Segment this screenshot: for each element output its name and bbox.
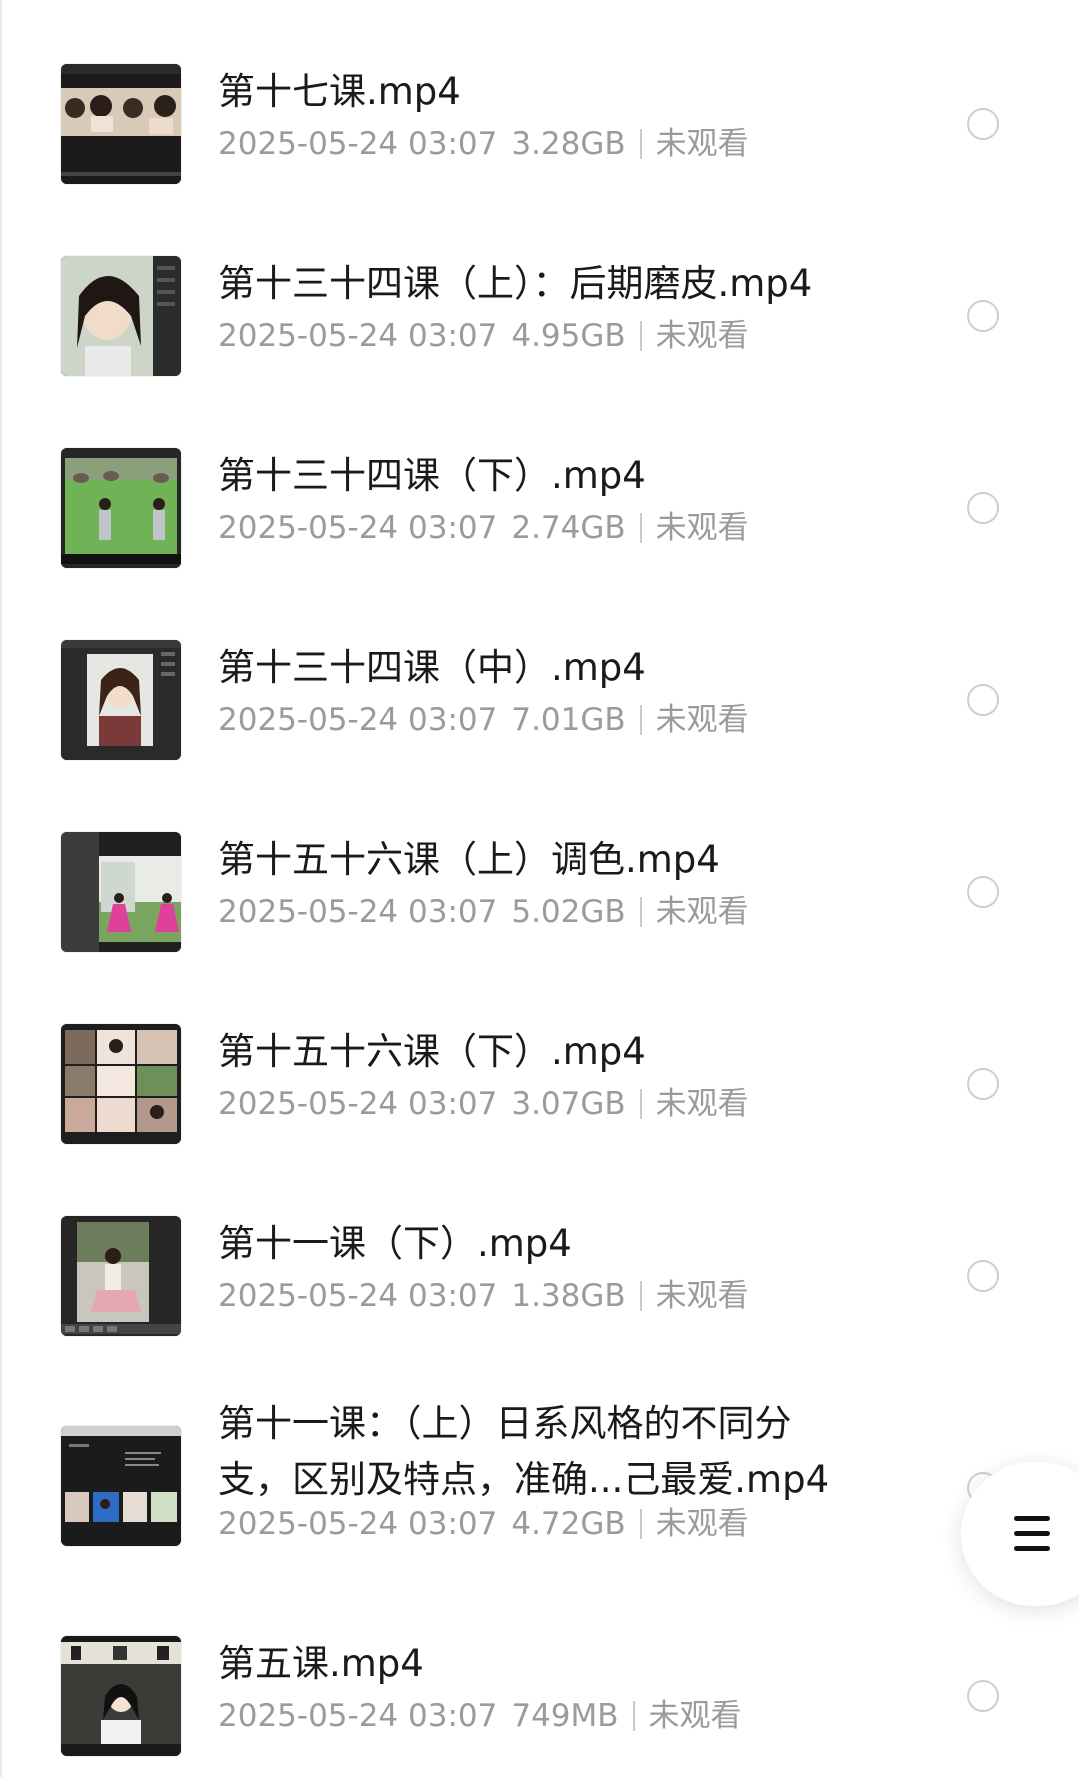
file-size: 4.72GB	[511, 1506, 626, 1542]
file-info: 第十七课.mp4 2025-05-24 03:07 3.28GB 未观看	[218, 64, 919, 166]
file-title: 第十三十四课（下）.mp4	[218, 454, 646, 497]
file-meta: 2025-05-24 03:07 7.01GB 未观看	[218, 698, 919, 742]
meta-divider	[639, 897, 642, 927]
watch-status: 未观看	[655, 318, 749, 354]
file-title: 第十五十六课（下）.mp4	[218, 1030, 646, 1073]
radio-circle-icon[interactable]	[967, 1680, 999, 1712]
file-title: 第十七课.mp4	[218, 70, 461, 113]
file-size: 749MB	[511, 1698, 619, 1734]
list-item[interactable]: 第十七课.mp4 2025-05-24 03:07 3.28GB 未观看	[0, 28, 1079, 220]
file-title: 第十一课：（上）日系风格的不同分 支，区别及特点，准确...己最爱.mp4	[218, 1396, 919, 1508]
radio-circle-icon[interactable]	[967, 684, 999, 716]
meta-divider	[639, 1089, 642, 1119]
file-info: 第十一课（下）.mp4 2025-05-24 03:07 1.38GB 未观看	[218, 1216, 919, 1318]
list-item[interactable]: 第十三十四课（上）：后期磨皮.mp4 2025-05-24 03:07 4.95G…	[0, 220, 1079, 412]
radio-circle-icon[interactable]	[967, 492, 999, 524]
radio-circle-icon[interactable]	[967, 1068, 999, 1100]
file-title: 第十五十六课（上）调色.mp4	[218, 838, 720, 881]
file-size: 7.01GB	[511, 702, 626, 738]
file-size: 1.38GB	[511, 1278, 626, 1314]
file-size: 3.28GB	[511, 126, 626, 162]
meta-divider	[639, 129, 642, 159]
file-meta: 2025-05-24 03:07 749MB 未观看	[218, 1694, 919, 1738]
file-meta: 2025-05-24 03:07 3.28GB 未观看	[218, 122, 919, 166]
file-date: 2025-05-24 03:07	[218, 126, 498, 162]
file-title: 第五课.mp4	[218, 1642, 424, 1685]
meta-divider	[639, 513, 642, 543]
watch-status: 未观看	[655, 894, 749, 930]
meta-divider	[639, 1509, 642, 1539]
list-item[interactable]: 第十五十六课（下）.mp4 2025-05-24 03:07 3.07GB 未观看	[0, 988, 1079, 1180]
video-thumbnail	[61, 1636, 181, 1756]
file-date: 2025-05-24 03:07	[218, 1086, 498, 1122]
file-info: 第十三十四课（下）.mp4 2025-05-24 03:07 2.74GB 未观看	[218, 448, 919, 550]
video-thumbnail	[61, 256, 181, 376]
file-info: 第十五十六课（下）.mp4 2025-05-24 03:07 3.07GB 未观看	[218, 1024, 919, 1126]
file-date: 2025-05-24 03:07	[218, 510, 498, 546]
list-item[interactable]: 第十三十四课（中）.mp4 2025-05-24 03:07 7.01GB 未观看	[0, 604, 1079, 796]
meta-divider	[632, 1701, 635, 1731]
video-thumbnail	[61, 832, 181, 952]
radio-circle-icon[interactable]	[967, 1260, 999, 1292]
file-date: 2025-05-24 03:07	[218, 318, 498, 354]
file-title-line-1: 第十一课：（上）日系风格的不同分	[218, 1402, 792, 1445]
file-size: 5.02GB	[511, 894, 626, 930]
list-item[interactable]: 第十五十六课（上）调色.mp4 2025-05-24 03:07 5.02GB 未观…	[0, 796, 1079, 988]
file-info: 第十三十四课（上）：后期磨皮.mp4 2025-05-24 03:07 4.95G…	[218, 256, 919, 358]
video-thumbnail	[61, 1024, 181, 1144]
file-meta: 2025-05-24 03:07 2.74GB 未观看	[218, 506, 919, 550]
video-thumbnail	[61, 448, 181, 568]
file-size: 2.74GB	[511, 510, 626, 546]
radio-circle-icon[interactable]	[967, 108, 999, 140]
list-item[interactable]: 第十一课（下）.mp4 2025-05-24 03:07 1.38GB 未观看	[0, 1180, 1079, 1372]
radio-circle-icon[interactable]	[967, 876, 999, 908]
file-meta: 2025-05-24 03:07 4.72GB 未观看	[218, 1502, 919, 1546]
file-date: 2025-05-24 03:07	[218, 702, 498, 738]
file-info: 第五课.mp4 2025-05-24 03:07 749MB 未观看	[218, 1636, 919, 1738]
watch-status: 未观看	[655, 126, 749, 162]
list-item[interactable]: 第五课.mp4 2025-05-24 03:07 749MB 未观看	[0, 1608, 1079, 1777]
file-title: 第十一课（下）.mp4	[218, 1222, 572, 1265]
file-info: 第十一课：（上）日系风格的不同分 支，区别及特点，准确...己最爱.mp4 202…	[218, 1396, 919, 1546]
file-date: 2025-05-24 03:07	[218, 1698, 498, 1734]
watch-status: 未观看	[655, 1086, 749, 1122]
video-thumbnail	[61, 640, 181, 760]
file-date: 2025-05-24 03:07	[218, 894, 498, 930]
watch-status: 未观看	[655, 702, 749, 738]
file-info: 第十五十六课（上）调色.mp4 2025-05-24 03:07 5.02GB 未观…	[218, 832, 919, 934]
watch-status: 未观看	[648, 1698, 742, 1734]
meta-divider	[639, 705, 642, 735]
meta-divider	[639, 1281, 642, 1311]
file-title: 第十三十四课（中）.mp4	[218, 646, 646, 689]
list-item[interactable]: 第十三十四课（下）.mp4 2025-05-24 03:07 2.74GB 未观看	[0, 412, 1079, 604]
file-date: 2025-05-24 03:07	[218, 1506, 498, 1542]
file-meta: 2025-05-24 03:07 1.38GB 未观看	[218, 1274, 919, 1318]
meta-divider	[639, 321, 642, 351]
watch-status: 未观看	[655, 1278, 749, 1314]
video-thumbnail	[61, 1426, 181, 1546]
file-size: 4.95GB	[511, 318, 626, 354]
file-date: 2025-05-24 03:07	[218, 1278, 498, 1314]
file-info: 第十三十四课（中）.mp4 2025-05-24 03:07 7.01GB 未观看	[218, 640, 919, 742]
file-size: 3.07GB	[511, 1086, 626, 1122]
file-title-line-2: 支，区别及特点，准确...己最爱.mp4	[218, 1458, 830, 1501]
radio-circle-icon[interactable]	[967, 300, 999, 332]
file-meta: 2025-05-24 03:07 4.95GB 未观看	[218, 314, 919, 358]
list-item[interactable]: 第十一课：（上）日系风格的不同分 支，区别及特点，准确...己最爱.mp4 202…	[0, 1372, 1079, 1608]
file-title: 第十三十四课（上）：后期磨皮.mp4	[218, 262, 813, 305]
video-thumbnail	[61, 64, 181, 184]
file-meta: 2025-05-24 03:07 5.02GB 未观看	[218, 890, 919, 934]
watch-status: 未观看	[655, 510, 749, 546]
file-meta: 2025-05-24 03:07 3.07GB 未观看	[218, 1082, 919, 1126]
watch-status: 未观看	[655, 1506, 749, 1542]
video-thumbnail	[61, 1216, 181, 1336]
